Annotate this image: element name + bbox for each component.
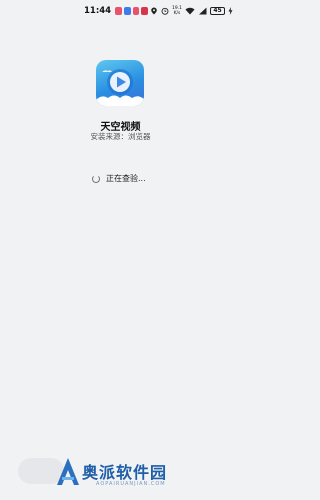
watermark-logo-icon: [57, 458, 79, 485]
watermark: 奥派软件园 AOPAIRUANJIAN.COM: [56, 455, 236, 495]
wifi-icon: [185, 7, 195, 15]
watermark-text: 奥派软件园: [82, 463, 168, 482]
notification-icon: [132, 7, 140, 15]
checking-status: 正在查验...: [92, 173, 146, 184]
status-time: 11:44: [84, 6, 112, 16]
watermark-url: AOPAIRUANJIAN.COM: [96, 481, 166, 487]
notification-icon: [123, 7, 131, 15]
notification-icon: [141, 7, 148, 15]
alarm-icon: [161, 7, 169, 15]
loading-spinner-icon: [92, 174, 100, 183]
location-icon: [151, 7, 157, 15]
network-speed: 19.1 K/s: [172, 6, 182, 16]
status-icons: 19.1 K/s 45: [150, 6, 233, 16]
video-play-icon: [96, 69, 144, 106]
charging-icon: [228, 7, 233, 15]
notification-icon: [115, 7, 122, 15]
install-source: 安装来源：浏览器: [90, 132, 151, 141]
network-speed-unit: K/s: [173, 11, 181, 16]
battery-indicator: 45: [210, 7, 225, 15]
checking-text: 正在查验...: [106, 174, 146, 183]
signal-icon: [199, 7, 207, 15]
status-bar: 11:44 19.1 K/s 45: [0, 0, 241, 22]
app-icon: [96, 60, 144, 106]
